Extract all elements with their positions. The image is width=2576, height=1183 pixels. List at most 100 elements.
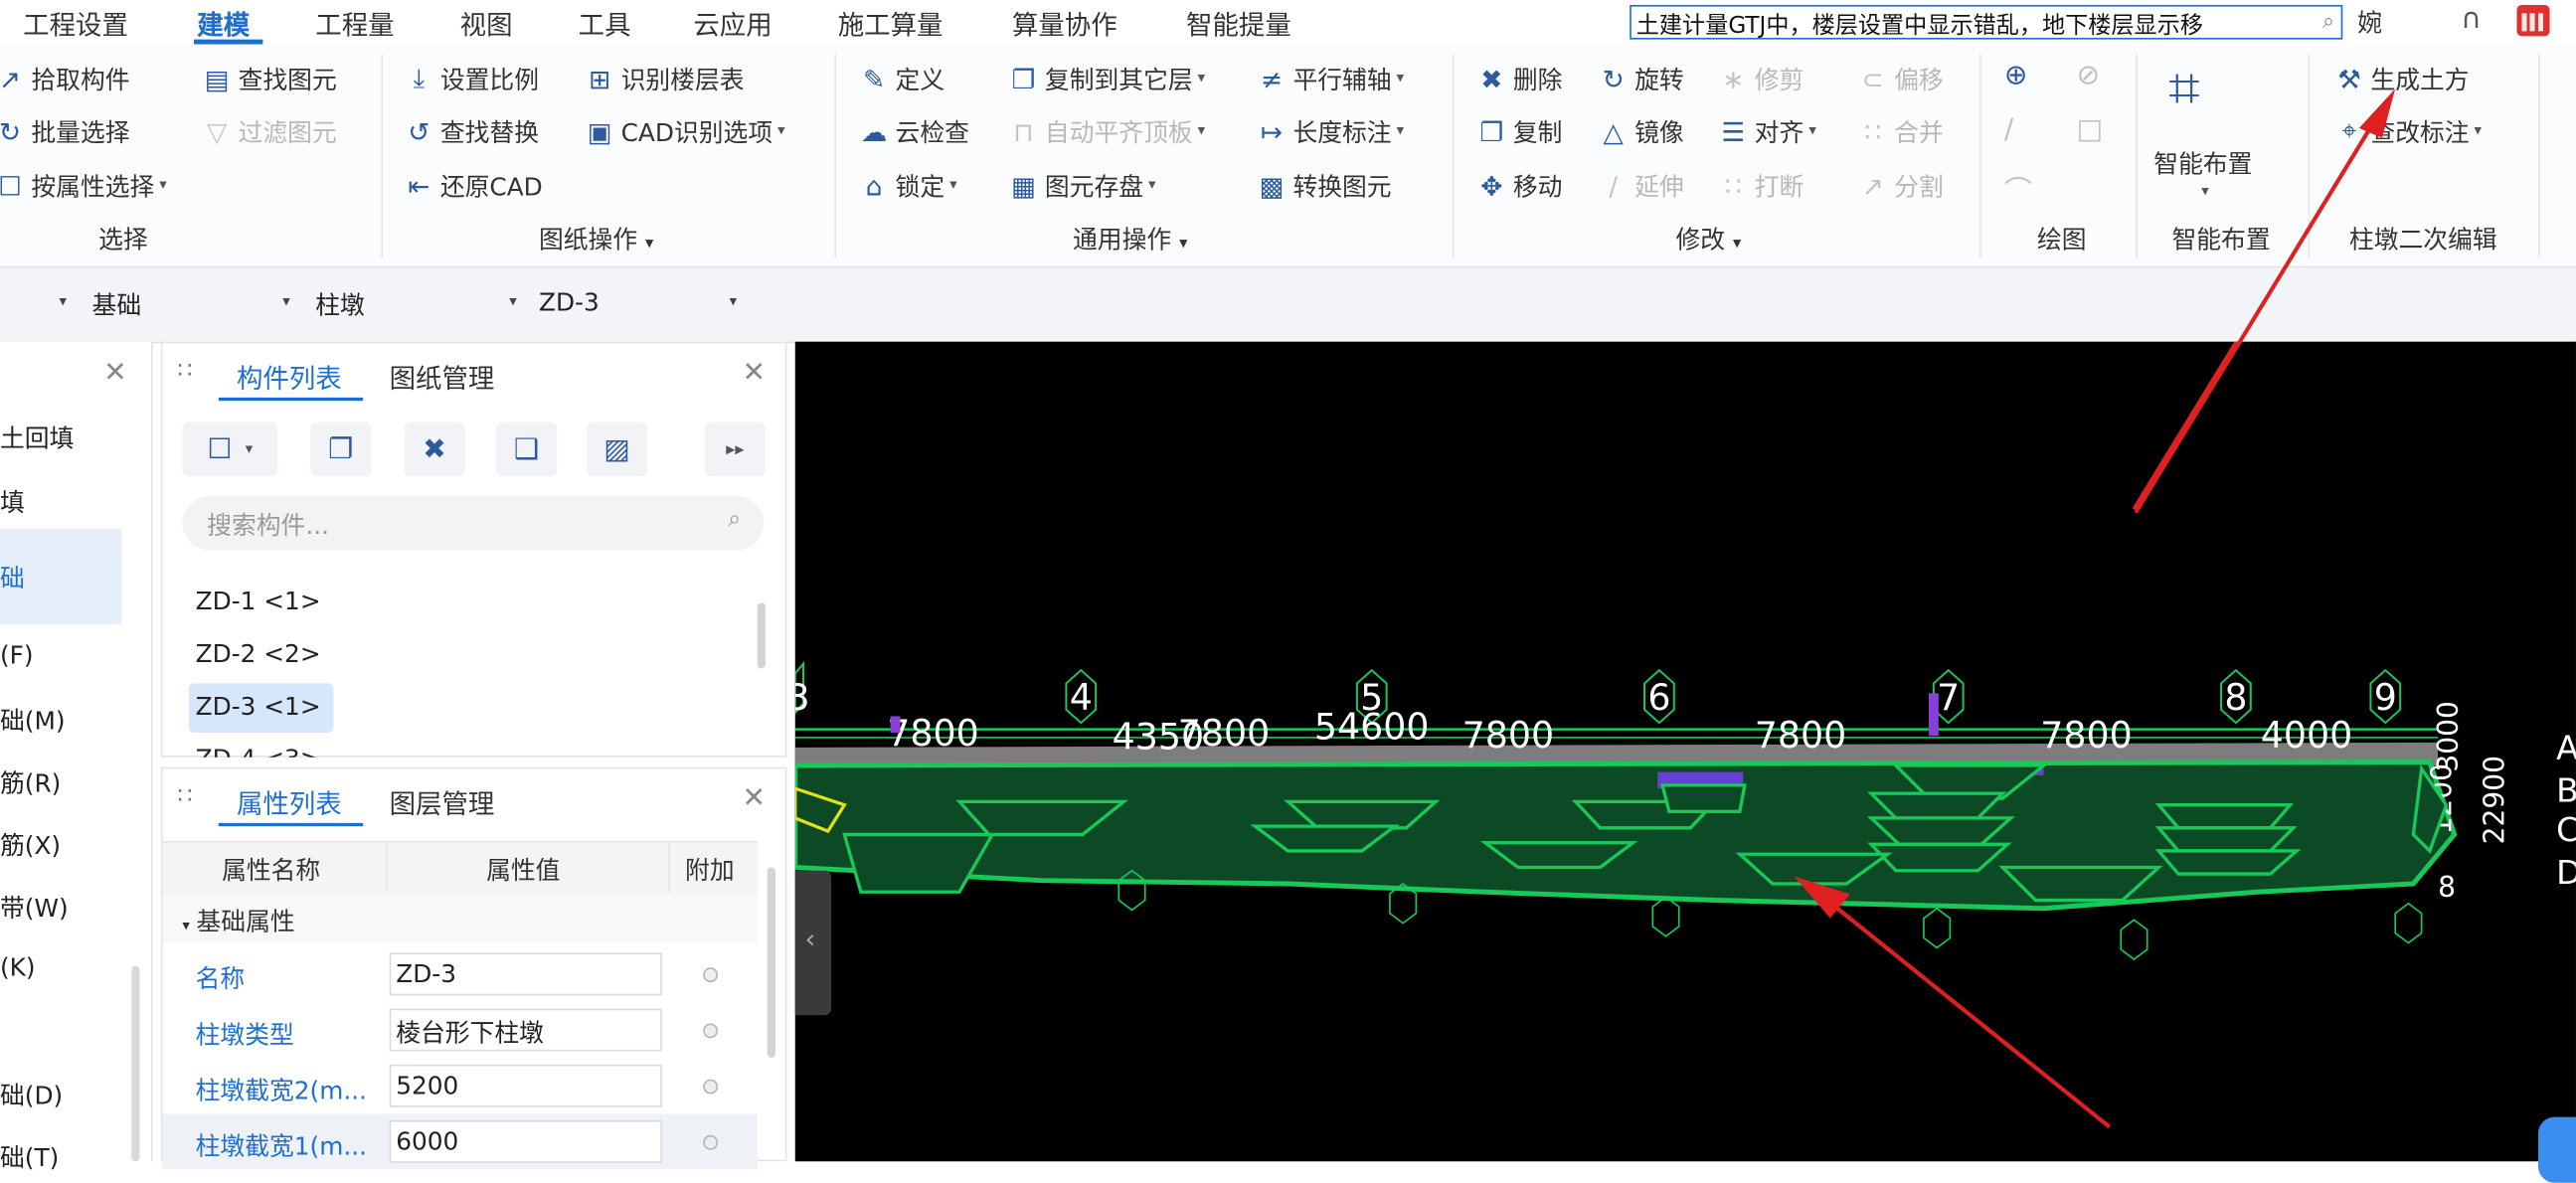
delete-component-button[interactable]: ✖	[404, 422, 465, 477]
close-icon[interactable]: ✕	[103, 357, 127, 390]
tree-item[interactable]: (K)	[0, 952, 36, 982]
parallel-axis-button[interactable]: ≠ 平行辅轴 ▾	[1255, 59, 1404, 98]
copy-button[interactable]: ❐ 复制	[1475, 111, 1563, 151]
copy-component-button[interactable]: ❐	[310, 422, 372, 477]
extra-checkbox[interactable]	[703, 1134, 719, 1150]
batch-select-button[interactable]: ↻ 批量选择	[0, 111, 130, 151]
arc-draw-icon[interactable]: ⌒	[2004, 168, 2032, 209]
component-search-box[interactable]: 搜索构件... ⌕	[182, 496, 765, 551]
set-scale-button[interactable]: ⤓ 设置比例	[403, 59, 540, 98]
tree-item[interactable]: 础(D)	[0, 1078, 63, 1112]
tab-drawing-management[interactable]: 图纸管理	[390, 357, 495, 397]
define-button[interactable]: ✎ 定义	[858, 59, 945, 98]
type-combo[interactable]: 柱墩	[315, 287, 365, 323]
headset-icon[interactable]: ∩	[2461, 3, 2482, 36]
chevron-down-icon[interactable]: ▾	[509, 294, 516, 311]
extra-checkbox[interactable]	[703, 967, 719, 983]
tab-layer-management[interactable]: 图层管理	[390, 782, 495, 822]
property-value-input[interactable]: 6000	[389, 1119, 662, 1163]
break-button[interactable]: ∷ 打断	[1717, 166, 1803, 206]
length-mark-button[interactable]: ↦ 长度标注 ▾	[1255, 111, 1404, 151]
delete-button[interactable]: ✖ 删除	[1475, 59, 1562, 98]
chevron-down-icon[interactable]: ▾	[730, 294, 737, 311]
menu-quantities[interactable]: 工程量	[315, 3, 394, 43]
list-item[interactable]: ZD-4 <3>	[196, 745, 321, 758]
circle-draw-icon[interactable]: ⊘	[2077, 59, 2101, 91]
menu-collab[interactable]: 算量协作	[1012, 3, 1117, 43]
tab-property-list[interactable]: 属性列表	[237, 782, 342, 822]
merge-button[interactable]: ∷ 合并	[1856, 111, 1943, 151]
tree-item[interactable]: 填	[0, 484, 25, 519]
copy-to-other-floor-button[interactable]: ❐ 复制到其它层 ▾	[1007, 59, 1206, 98]
property-value-input[interactable]: 5200	[389, 1064, 662, 1107]
cloud-check-button[interactable]: ☁ 云检查	[858, 111, 969, 151]
save-element-button[interactable]: ▦ 图元存盘 ▾	[1007, 166, 1156, 206]
more-button[interactable]: ▸▸	[704, 422, 767, 477]
cad-options-button[interactable]: ▣ CAD识别选项 ▾	[584, 111, 785, 151]
component-search-input[interactable]: 搜索构件...	[207, 508, 329, 543]
property-value-input[interactable]: ZD-3	[389, 952, 662, 996]
find-element-button[interactable]: ▤ 查找图元	[201, 59, 337, 98]
tree-item[interactable]: 础(M)	[0, 703, 66, 738]
user-name[interactable]: 婉	[2357, 5, 2382, 40]
split-button[interactable]: ↗ 分割	[1856, 166, 1944, 206]
menu-construction[interactable]: 施工算量	[838, 3, 944, 43]
tree-item[interactable]: 础(T)	[0, 1140, 59, 1175]
auto-flat-top-button[interactable]: ⊓ 自动平齐顶板 ▾	[1007, 111, 1205, 151]
property-category-row[interactable]: ▾ 基础属性	[162, 893, 758, 943]
menu-smart-extract[interactable]: 智能提量	[1186, 3, 1291, 43]
chevron-down-icon[interactable]: ▾	[59, 294, 66, 311]
tree-item[interactable]: 土回填	[0, 421, 74, 455]
collapse-panel-button[interactable]	[794, 870, 832, 1016]
lock-button[interactable]: ⌂ 锁定 ▾	[858, 166, 957, 206]
rotate-button[interactable]: ↻ 旋转	[1597, 59, 1684, 98]
tree-item[interactable]: 筋(R)	[0, 765, 61, 800]
tree-item[interactable]: 筋(X)	[0, 828, 61, 863]
convert-element-button[interactable]: ▩ 转换图元	[1255, 166, 1391, 206]
menu-tools[interactable]: 工具	[579, 3, 631, 43]
layer-copy-button[interactable]: ❑	[496, 422, 558, 477]
property-value-input[interactable]: 棱台形下柱墩	[389, 1008, 662, 1052]
list-item[interactable]: ZD-2 <2>	[196, 639, 321, 669]
move-button[interactable]: ✥ 移动	[1475, 166, 1562, 206]
align-button[interactable]: ☰ 对齐 ▾	[1717, 111, 1815, 151]
property-scrollbar[interactable]	[767, 867, 775, 1059]
drag-grip-icon[interactable]: ∷	[177, 358, 192, 384]
drag-grip-icon[interactable]: ∷	[177, 783, 192, 809]
search-icon[interactable]: ⌕	[2322, 10, 2334, 35]
component-combo[interactable]: ZD-3	[539, 287, 600, 323]
menu-cloud[interactable]: 云应用	[693, 3, 772, 43]
pick-component-button[interactable]: ↗ 拾取构件	[0, 59, 130, 98]
identify-floor-table-button[interactable]: ⊞ 识别楼层表	[584, 59, 745, 98]
group-label-modify[interactable]: 修改 ▾	[1675, 222, 1741, 256]
search-icon[interactable]: ⌕	[728, 506, 741, 532]
group-label-general[interactable]: 通用操作 ▾	[1073, 222, 1187, 256]
component-list-scrollbar[interactable]	[757, 602, 767, 669]
list-item-selected[interactable]: ZD-3 <1>	[196, 692, 321, 722]
close-icon[interactable]: ✕	[742, 782, 766, 815]
menu-view[interactable]: 视图	[460, 3, 513, 43]
rect-draw-icon[interactable]: □	[2077, 113, 2104, 146]
extra-checkbox[interactable]	[703, 1079, 719, 1095]
help-search-input[interactable]: 土建计量GTJ中，楼层设置中显示错乱，地下楼层显示移	[1636, 8, 2301, 41]
group-label-drawing[interactable]: 图纸操作 ▾	[539, 222, 653, 256]
menu-modeling[interactable]: 建模	[197, 3, 250, 43]
point-draw-icon[interactable]: ⊕	[2004, 59, 2028, 91]
close-icon[interactable]: ✕	[742, 357, 766, 390]
menu-project-settings[interactable]: 工程设置	[23, 3, 128, 43]
extend-button[interactable]: ∕ 延伸	[1597, 166, 1684, 206]
component-save-button[interactable]: ▨	[586, 422, 648, 477]
tree-scrollbar[interactable]	[131, 965, 140, 1162]
tree-item-selected[interactable]: 础	[0, 560, 25, 594]
new-component-button[interactable]: ☐ ▾	[182, 422, 278, 477]
filter-element-button[interactable]: ▽ 过滤图元	[201, 111, 337, 151]
extra-checkbox[interactable]	[703, 1023, 719, 1039]
help-search-box[interactable]: 土建计量GTJ中，楼层设置中显示错乱，地下楼层显示移 ⌕	[1630, 4, 2343, 41]
trim-button[interactable]: ∗ 修剪	[1717, 59, 1803, 98]
line-draw-icon[interactable]: ∕	[2004, 113, 2013, 146]
select-by-attr-button[interactable]: ☐ 按属性选择 ▾	[0, 166, 167, 206]
category-combo[interactable]: 基础	[92, 287, 142, 323]
restore-cad-button[interactable]: ⇤ 还原CAD	[403, 166, 542, 206]
tree-item[interactable]: 带(W)	[0, 891, 69, 926]
tree-item[interactable]: (F)	[0, 640, 34, 670]
